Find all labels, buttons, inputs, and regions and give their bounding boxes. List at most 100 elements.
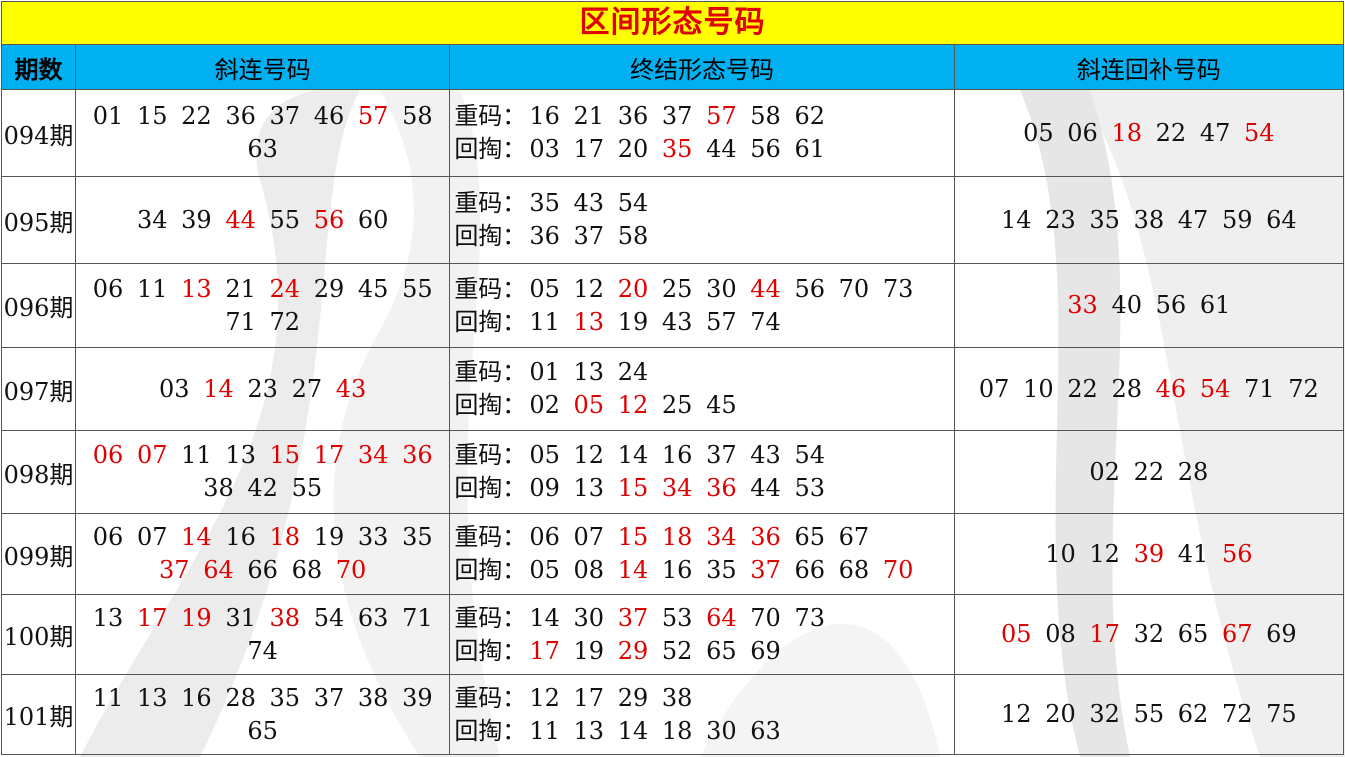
table-row: 100期 13 17 19 31 38 54 63 71 74 重码： 14 30 … xyxy=(0,594,1345,675)
complement-numbers-cell: 33 40 56 61 xyxy=(953,263,1345,348)
lottery-number: 17 xyxy=(529,636,560,665)
repeat-label: 重码： xyxy=(454,523,527,551)
repeat-line: 重码： 12 17 29 38 xyxy=(454,682,953,715)
diagonal-numbers-cell: 06 07 11 13 15 17 34 36 38 42 55 xyxy=(75,430,451,514)
lottery-number: 69 xyxy=(750,636,781,665)
header-diagonal: 斜连号码 xyxy=(75,44,451,90)
lottery-number: 16 xyxy=(661,556,693,584)
ending-pattern-cell: 重码： 06 07 15 18 34 36 65 67 回掏： 05 08 14 1… xyxy=(449,513,955,595)
lottery-number: 18 xyxy=(661,523,693,551)
ending-pattern-cell: 重码： 14 30 37 53 64 70 73 回掏： 17 19 29 52 6… xyxy=(449,594,955,675)
lottery-number: 25 xyxy=(661,274,693,303)
lottery-number: 13 xyxy=(573,307,605,336)
lottery-number: 29 xyxy=(617,636,649,665)
lottery-number: 11 xyxy=(529,307,560,336)
diagonal-numbers-cell: 34 39 44 55 56 60 xyxy=(75,176,451,264)
lottery-number: 17 xyxy=(1089,620,1120,648)
lottery-number: 30 xyxy=(573,603,605,632)
lottery-number: 45 xyxy=(357,274,389,303)
repeat-label: 重码： xyxy=(454,683,527,712)
table-row: 096期 06 11 13 21 24 29 45 55 71 72 重码： 05 … xyxy=(0,263,1345,348)
lottery-number: 17 xyxy=(573,683,605,712)
lottery-number: 65 xyxy=(1177,620,1209,648)
lottery-number: 73 xyxy=(794,603,825,632)
lottery-number: 31 xyxy=(225,603,256,632)
lottery-number: 62 xyxy=(1177,700,1209,728)
period-cell: 095期 xyxy=(0,176,77,264)
table-title: 区间形态号码 xyxy=(1,1,1344,45)
complement-numbers-cell: 10 12 39 41 56 xyxy=(953,513,1345,595)
ending-pattern-cell: 重码： 12 17 29 38 回掏： 11 13 14 18 30 63 xyxy=(449,674,955,755)
lottery-number: 47 xyxy=(1177,205,1209,234)
lottery-number: 36 xyxy=(750,523,781,551)
lottery-number: 59 xyxy=(1221,205,1253,234)
lottery-number: 66 xyxy=(794,556,825,584)
lottery-number: 18 xyxy=(1111,118,1143,147)
lottery-number: 64 xyxy=(706,603,737,632)
lottery-number: 32 xyxy=(1089,700,1120,728)
lottery-number: 60 xyxy=(357,205,389,234)
lottery-number: 40 xyxy=(1111,291,1143,319)
lottery-number: 15 xyxy=(617,523,649,551)
lottery-number: 72 xyxy=(269,307,301,336)
period-cell: 101期 xyxy=(0,674,77,755)
lottery-number: 24 xyxy=(269,274,301,303)
lottery-number: 05 xyxy=(573,391,605,419)
fallback-line: 回掏： 05 08 14 16 35 37 66 68 70 xyxy=(454,554,953,587)
lottery-number: 08 xyxy=(1045,620,1076,648)
lottery-number: 33 xyxy=(1067,291,1098,319)
lottery-number: 36 xyxy=(617,102,649,130)
repeat-label: 重码： xyxy=(454,189,527,217)
table-row: 099期 06 07 14 16 18 19 33 35 37 64 66 68 … xyxy=(0,513,1345,595)
header-ending: 终结形态号码 xyxy=(449,44,955,90)
lottery-number: 56 xyxy=(1155,291,1187,319)
diagonal-numbers-cell: 06 07 14 16 18 19 33 35 37 64 66 68 70 xyxy=(75,513,451,595)
lottery-number: 09 xyxy=(529,474,560,502)
lottery-number: 16 xyxy=(661,441,693,469)
lottery-number: 34 xyxy=(357,441,389,469)
lottery-number: 11 xyxy=(529,716,560,745)
lottery-number: 20 xyxy=(617,274,649,303)
diagonal-numbers-cell: 03 14 23 27 43 xyxy=(75,347,451,431)
period-cell: 099期 xyxy=(0,513,77,595)
lottery-number: 38 xyxy=(357,683,389,712)
lottery-number: 14 xyxy=(181,523,212,551)
period-cell: 098期 xyxy=(0,430,77,514)
lottery-number: 05 xyxy=(529,556,560,584)
lottery-number: 14 xyxy=(203,374,234,403)
lottery-number: 74 xyxy=(750,307,781,336)
lottery-number: 36 xyxy=(706,474,737,502)
lottery-number: 22 xyxy=(1155,118,1187,147)
lottery-number: 35 xyxy=(706,556,737,584)
lottery-number: 11 xyxy=(181,441,212,469)
lottery-number: 38 xyxy=(1133,205,1165,234)
lottery-number: 01 xyxy=(92,102,124,130)
table-row: 094期 01 15 22 36 37 46 57 58 63 重码： 16 21 … xyxy=(0,89,1345,177)
table-row: 101期 11 13 16 28 35 37 38 39 65 重码： 12 17 … xyxy=(0,674,1345,755)
lottery-number: 58 xyxy=(402,102,433,130)
lottery-number: 13 xyxy=(92,603,124,632)
lottery-number: 23 xyxy=(247,374,278,403)
lottery-number: 65 xyxy=(247,716,278,745)
lottery-number: 21 xyxy=(573,102,605,130)
repeat-line: 重码： 16 21 36 37 57 58 62 xyxy=(454,100,953,133)
lottery-number: 36 xyxy=(402,441,433,469)
lottery-number: 28 xyxy=(225,683,256,712)
lottery-number: 20 xyxy=(1045,700,1076,728)
lottery-number: 44 xyxy=(225,205,256,234)
lottery-number: 01 xyxy=(529,358,560,386)
lottery-number: 24 xyxy=(617,358,649,386)
lottery-number: 71 xyxy=(402,603,433,632)
lottery-number: 54 xyxy=(617,189,649,217)
period-cell: 094期 xyxy=(0,89,77,177)
lottery-number: 64 xyxy=(1266,205,1297,234)
lottery-number: 39 xyxy=(402,683,433,712)
lottery-number: 37 xyxy=(269,102,301,130)
lottery-number: 16 xyxy=(181,683,212,712)
lottery-number: 43 xyxy=(750,441,781,469)
lottery-number: 06 xyxy=(1067,118,1098,147)
lottery-number: 11 xyxy=(136,274,168,303)
lottery-number: 13 xyxy=(573,474,605,502)
lottery-number: 18 xyxy=(269,523,301,551)
lottery-number: 19 xyxy=(573,636,605,665)
